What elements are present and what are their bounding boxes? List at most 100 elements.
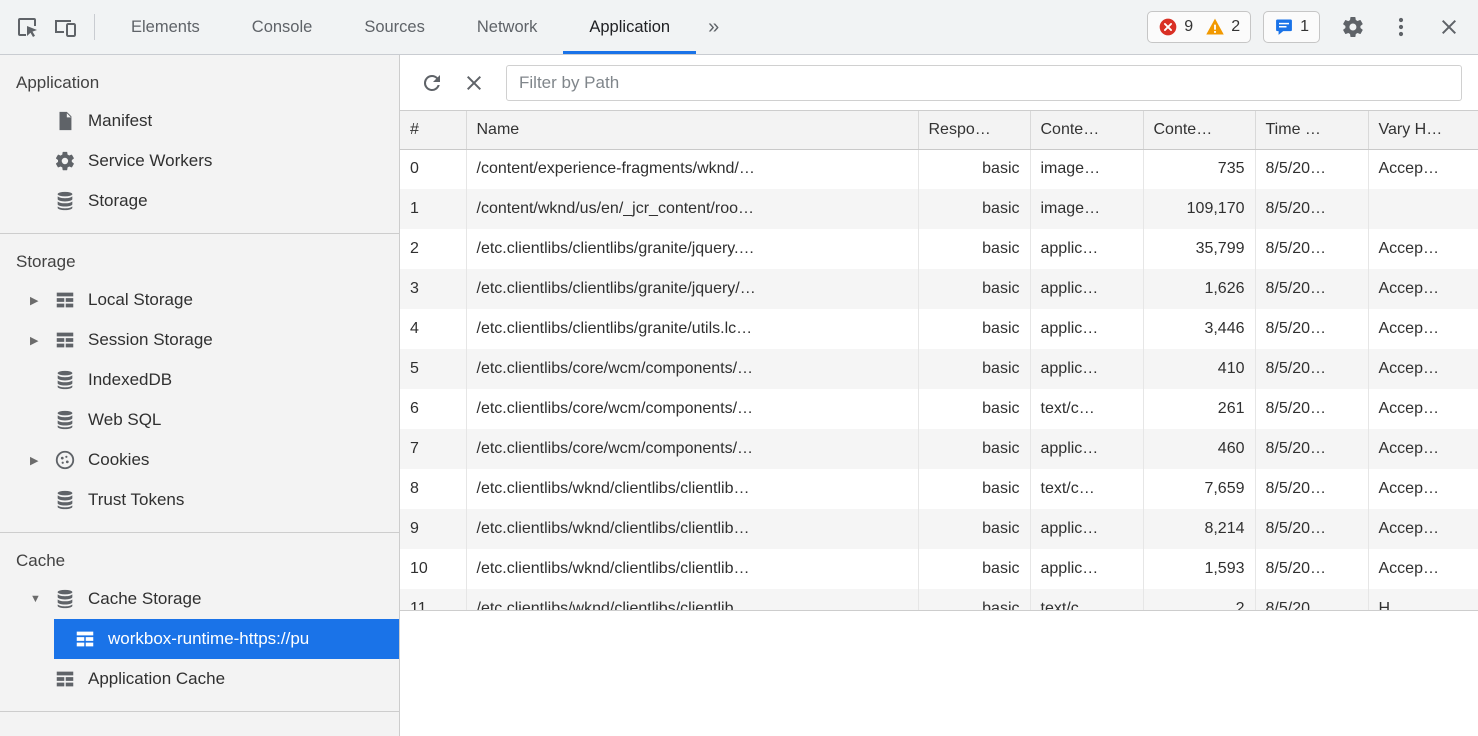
cell-response-type: basic: [918, 389, 1030, 429]
cache-toolbar: [400, 55, 1478, 111]
section-header-application: Application: [0, 65, 399, 101]
refresh-button[interactable]: [414, 65, 450, 101]
cell-vary-header: Accep…: [1368, 469, 1478, 509]
cell-time-cached: 8/5/20…: [1255, 349, 1368, 389]
cell-response-type: basic: [918, 189, 1030, 229]
cell-content-type: applic…: [1030, 309, 1143, 349]
sidebar-item-storage[interactable]: Storage: [0, 181, 399, 221]
table-row[interactable]: 11/etc.clientlibs/wknd/clientlibs/client…: [400, 589, 1478, 611]
application-sidebar: ApplicationManifestService WorkersStorag…: [0, 55, 400, 736]
tab-console[interactable]: Console: [226, 0, 339, 54]
sidebar-item-session-storage[interactable]: ▶ Session Storage: [0, 320, 399, 360]
cell-name: /etc.clientlibs/clientlibs/granite/utils…: [466, 309, 918, 349]
cell-index: 10: [400, 549, 466, 589]
cell-vary-header: Accep…: [1368, 349, 1478, 389]
sidebar-item-service-workers[interactable]: Service Workers: [0, 141, 399, 181]
sidebar-item-cache-storage[interactable]: ▼Cache Storage: [0, 579, 399, 619]
cell-time-cached: 8/5/20…: [1255, 149, 1368, 189]
expander-collapsed-icon[interactable]: ▶: [30, 454, 54, 467]
cell-content-length: 1,626: [1143, 269, 1255, 309]
sidebar-item-label: Cookies: [88, 450, 149, 470]
table-header: #NameRespo…Conte…Conte…Time …Vary H…: [400, 111, 1478, 149]
cell-time-cached: 8/5/20…: [1255, 269, 1368, 309]
cell-vary-header: Accep…: [1368, 309, 1478, 349]
console-status-badges[interactable]: 9 2: [1147, 11, 1251, 43]
table-row[interactable]: 6/etc.clientlibs/core/wcm/components/…ba…: [400, 389, 1478, 429]
sidebar-item-manifest[interactable]: Manifest: [0, 101, 399, 141]
sidebar-item-label: Session Storage: [88, 330, 213, 350]
table-row[interactable]: 10/etc.clientlibs/wknd/clientlibs/client…: [400, 549, 1478, 589]
table-icon: [74, 628, 96, 650]
tab-elements[interactable]: Elements: [105, 0, 226, 54]
column-header-vary-header[interactable]: Vary H…: [1368, 111, 1478, 149]
cell-name: /content/wknd/us/en/_jcr_content/roo…: [466, 189, 918, 229]
sidebar-item-indexeddb[interactable]: IndexedDB: [0, 360, 399, 400]
tab-network[interactable]: Network: [451, 0, 564, 54]
cell-name: /etc.clientlibs/wknd/clientlibs/clientli…: [466, 549, 918, 589]
column-header-content-type[interactable]: Conte…: [1030, 111, 1143, 149]
cell-content-type: text/c…: [1030, 469, 1143, 509]
table-row[interactable]: 3/etc.clientlibs/clientlibs/granite/jque…: [400, 269, 1478, 309]
cell-index: 7: [400, 429, 466, 469]
cell-content-length: 35,799: [1143, 229, 1255, 269]
delete-selected-button[interactable]: [456, 65, 492, 101]
cell-content-type: applic…: [1030, 229, 1143, 269]
device-toolbar-button[interactable]: [46, 8, 84, 46]
table-row[interactable]: 0/content/experience-fragments/wknd/…bas…: [400, 149, 1478, 189]
cell-time-cached: 8/5/20…: [1255, 309, 1368, 349]
cell-name: /etc.clientlibs/wknd/clientlibs/clientli…: [466, 469, 918, 509]
settings-button[interactable]: [1334, 8, 1372, 46]
cell-name: /etc.clientlibs/core/wcm/components/…: [466, 429, 918, 469]
database-icon: [54, 369, 76, 391]
column-header-response-type[interactable]: Respo…: [918, 111, 1030, 149]
preview-pane[interactable]: [400, 611, 1478, 736]
sidebar-item-cookies[interactable]: ▶ Cookies: [0, 440, 399, 480]
column-header-index[interactable]: #: [400, 111, 466, 149]
toolbar-divider: [94, 14, 95, 40]
table-row[interactable]: 5/etc.clientlibs/core/wcm/components/…ba…: [400, 349, 1478, 389]
cell-time-cached: 8/5/20…: [1255, 509, 1368, 549]
cell-name: /etc.clientlibs/clientlibs/granite/jquer…: [466, 269, 918, 309]
table-row[interactable]: 1/content/wknd/us/en/_jcr_content/roo…ba…: [400, 189, 1478, 229]
cell-vary-header: Accep…: [1368, 229, 1478, 269]
cell-response-type: basic: [918, 269, 1030, 309]
filter-by-path-input[interactable]: [506, 65, 1462, 101]
table-row[interactable]: 7/etc.clientlibs/core/wcm/components/…ba…: [400, 429, 1478, 469]
table-row[interactable]: 4/etc.clientlibs/clientlibs/granite/util…: [400, 309, 1478, 349]
sidebar-item-label: workbox-runtime-https://pu: [108, 629, 309, 649]
error-icon: [1158, 17, 1178, 37]
tab-sources[interactable]: Sources: [338, 0, 451, 54]
sidebar-item-workbox-runtime-https-pu[interactable]: workbox-runtime-https://pu: [0, 619, 399, 659]
table-row[interactable]: 9/etc.clientlibs/wknd/clientlibs/clientl…: [400, 509, 1478, 549]
column-header-name[interactable]: Name: [466, 111, 918, 149]
inspect-element-button[interactable]: [8, 8, 46, 46]
expander-collapsed-icon[interactable]: ▶: [30, 334, 54, 347]
issues-badge[interactable]: 1: [1263, 11, 1320, 43]
table-row[interactable]: 8/etc.clientlibs/wknd/clientlibs/clientl…: [400, 469, 1478, 509]
cell-name: /etc.clientlibs/clientlibs/granite/jquer…: [466, 229, 918, 269]
expander-expanded-icon[interactable]: ▼: [30, 593, 54, 605]
sidebar-section-application: ApplicationManifestService WorkersStorag…: [0, 55, 399, 234]
cell-content-length: 1,593: [1143, 549, 1255, 589]
issues-badge-inner: 1: [1274, 17, 1309, 37]
more-tabs-button[interactable]: »: [696, 16, 731, 39]
sidebar-item-web-sql[interactable]: Web SQL: [0, 400, 399, 440]
column-header-content-length[interactable]: Conte…: [1143, 111, 1255, 149]
cell-index: 4: [400, 309, 466, 349]
tab-application[interactable]: Application: [563, 0, 696, 54]
sidebar-item-application-cache[interactable]: Application Cache: [0, 659, 399, 699]
issues-icon: [1274, 17, 1294, 37]
close-devtools-button[interactable]: [1430, 8, 1468, 46]
gear-icon: [54, 150, 76, 172]
sidebar-item-trust-tokens[interactable]: Trust Tokens: [0, 480, 399, 520]
cell-content-length: 261: [1143, 389, 1255, 429]
cell-content-type: image…: [1030, 149, 1143, 189]
table-row[interactable]: 2/etc.clientlibs/clientlibs/granite/jque…: [400, 229, 1478, 269]
database-icon: [54, 489, 76, 511]
expander-collapsed-icon[interactable]: ▶: [30, 294, 54, 307]
menu-button[interactable]: [1382, 8, 1420, 46]
panel-tabs: ElementsConsoleSourcesNetworkApplication: [105, 0, 696, 54]
cell-content-length: 410: [1143, 349, 1255, 389]
column-header-time-cached[interactable]: Time …: [1255, 111, 1368, 149]
sidebar-item-local-storage[interactable]: ▶Local Storage: [0, 280, 399, 320]
